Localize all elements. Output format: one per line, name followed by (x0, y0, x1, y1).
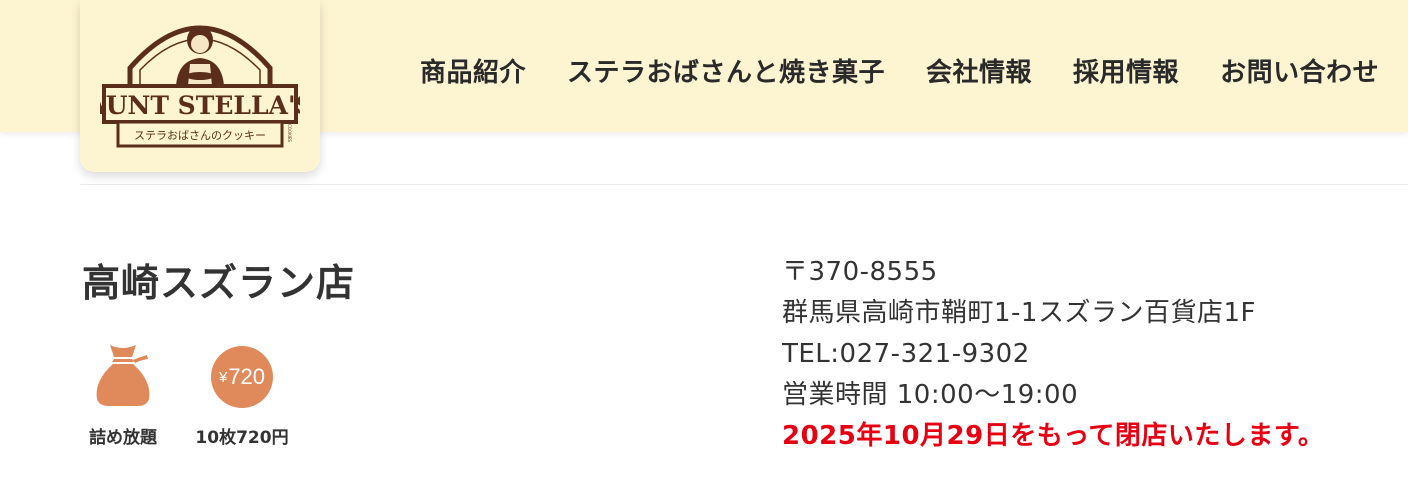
store-phone[interactable]: TEL:027-321-9302 (782, 334, 1324, 375)
bag-icon (96, 345, 150, 406)
feature-label-price: 10枚720円 (195, 428, 289, 448)
nav-item-contact[interactable]: お問い合わせ (1220, 52, 1379, 89)
store-name: 高崎スズラン店 (82, 261, 356, 305)
nav-item-products[interactable]: 商品紹介 (420, 52, 526, 89)
store-info: 〒370-8555 群馬県高崎市鞘町1-1スズラン百貨店1F TEL:027-3… (782, 252, 1324, 457)
content-divider (80, 184, 1408, 185)
svg-text:COOKIES: COOKIES (287, 124, 292, 142)
feature-price: ¥720 10枚720円 (192, 343, 292, 448)
nav-item-company-info[interactable]: 会社情報 (926, 52, 1032, 89)
logo-subtext: ステラおばさんのクッキー (134, 129, 266, 142)
nav-item-recruitment[interactable]: 採用情報 (1073, 52, 1179, 89)
feature-all-you-can-pack: 詰め放題 (73, 343, 173, 448)
aunt-stellas-logo[interactable]: AUNT STELLA'S ステラおばさんのクッキー COOKIES (100, 8, 300, 156)
store-address: 群馬県高崎市鞘町1-1スズラン百貨店1F (782, 298, 1256, 328)
business-hours: 営業時間 10:00〜19:00 (782, 380, 1079, 410)
nav-item-stella-and-baked-goods[interactable]: ステラおばさんと焼き菓子 (567, 52, 885, 89)
main-nav: 商品紹介 ステラおばさんと焼き菓子 会社情報 採用情報 お問い合わせ (420, 52, 1408, 89)
logo-tab[interactable]: AUNT STELLA'S ステラおばさんのクッキー COOKIES (80, 0, 320, 172)
closing-notice: 2025年10月29日をもって閉店いたします。 (782, 421, 1325, 451)
price-badge-value: 720 (228, 364, 266, 389)
logo-text: AUNT STELLA'S (100, 91, 300, 120)
price-badge-icon: ¥720 (211, 346, 273, 408)
postal-code: 〒370-8555 (782, 257, 938, 287)
feature-label-all-you-can-pack: 詰め放題 (89, 428, 157, 448)
